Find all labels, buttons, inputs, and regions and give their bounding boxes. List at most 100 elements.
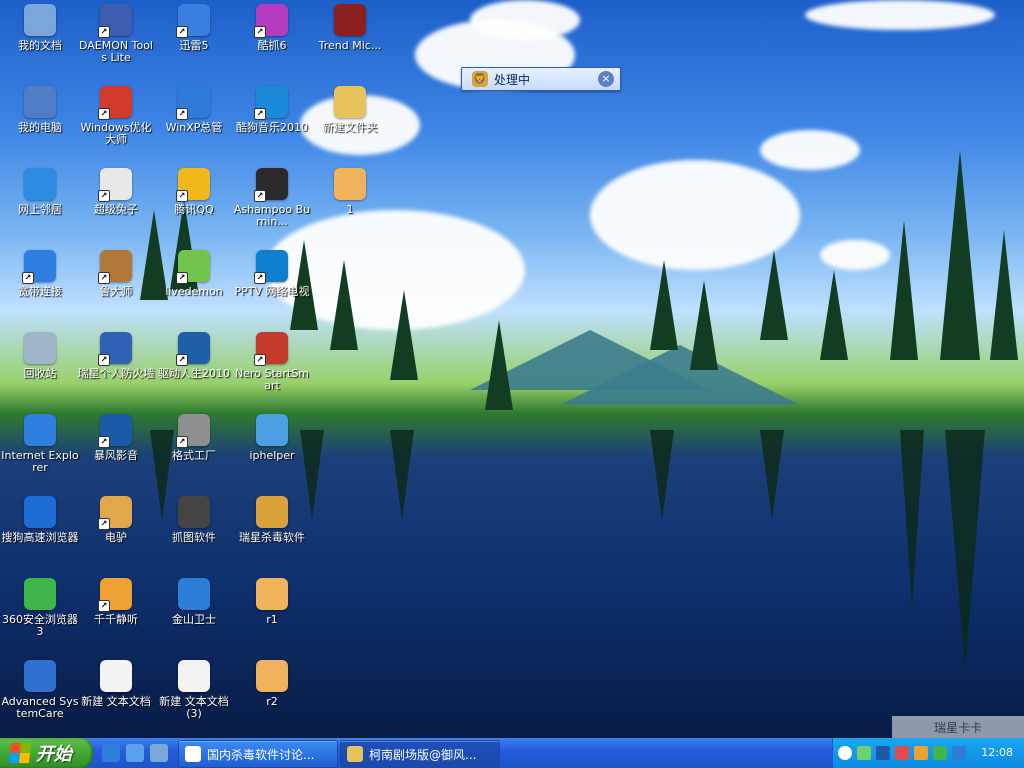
desktop-icon-r2[interactable]: r2 xyxy=(232,660,312,738)
taskbar-button-forum[interactable]: 国内杀毒软件讨论... xyxy=(178,740,338,768)
watermark: 瑞星卡卡 xyxy=(892,716,1024,738)
desktop-icon-label: 瑞星杀毒软件 xyxy=(239,531,305,544)
wallpaper-tree xyxy=(390,290,418,380)
desktop-icon-file-1[interactable]: 1 xyxy=(310,168,390,248)
wallpaper-tree xyxy=(990,230,1018,360)
desktop-icon-xunlei[interactable]: ↗ 迅雷5 xyxy=(154,4,234,84)
wallpaper-cloud xyxy=(805,0,995,30)
desktop-icon-recycle-bin[interactable]: 回收站 xyxy=(0,332,80,412)
ie-logo-icon xyxy=(24,414,56,446)
desktop-icon-my-computer[interactable]: 我的电脑 xyxy=(0,86,80,166)
show-desktop-icon[interactable] xyxy=(126,744,144,762)
browser-e-icon xyxy=(24,578,56,610)
desktop-icon-label: 新建 文本文档 xyxy=(81,695,151,708)
desktop-icon-advanced-systemcare[interactable]: Advanced SystemCare xyxy=(0,660,80,738)
desktop-icon-internet-explorer[interactable]: Internet Explorer xyxy=(0,414,80,494)
forum-icon xyxy=(185,746,201,762)
desktop-icon-360-browser[interactable]: 360安全浏览器 3 xyxy=(0,578,80,658)
desktop-icon-ludashi[interactable]: ↗ 鲁大师 xyxy=(76,250,156,330)
ie-quicklaunch-icon[interactable] xyxy=(102,744,120,762)
desktop-icon-driver-genius[interactable]: ↗ 驱动人生2010 xyxy=(154,332,234,412)
tv-play-icon: ↗ xyxy=(254,250,288,284)
network-icon[interactable] xyxy=(857,746,871,760)
system-tray: 12:08 xyxy=(832,738,1024,768)
desktop-icon-kugou-music[interactable]: ↗ 酷狗音乐2010 xyxy=(232,86,312,166)
rising-tray-icon[interactable] xyxy=(914,746,928,760)
desktop-icon-ttplayer[interactable]: ↗ 千千静听 xyxy=(76,578,156,658)
desktop-icon-ashampoo[interactable]: ↗ Ashampoo Burnin... xyxy=(232,168,312,248)
desktop-icon-winxp-manager[interactable]: ↗ WinXP总管 xyxy=(154,86,234,166)
wallpaper-tree xyxy=(330,260,358,350)
shortcut-arrow-icon: ↗ xyxy=(254,272,266,284)
popup-close-button[interactable]: × xyxy=(598,71,614,87)
desktop-icon-format-factory[interactable]: ↗ 格式工厂 xyxy=(154,414,234,494)
desktop-icon-daemon-tools[interactable]: ↗ DAEMON Tools Lite xyxy=(76,4,156,84)
shortcut-arrow-icon: ↗ xyxy=(98,26,110,38)
desktop-icon-screenshot-tool[interactable]: 抓图软件 xyxy=(154,496,234,576)
desktop-icon-label: 酷狗音乐2010 xyxy=(236,121,308,134)
master-face-icon: ↗ xyxy=(98,250,132,284)
network-globe-icon xyxy=(24,168,56,200)
desktop-icon-label: 我的电脑 xyxy=(18,121,62,134)
start-button[interactable]: 开始 xyxy=(0,738,93,768)
shield-tray-icon[interactable] xyxy=(933,746,947,760)
wallpaper-tree xyxy=(485,320,513,410)
desktop-icon-new-text-document[interactable]: 新建 文本文档 xyxy=(76,660,156,738)
shortcut-arrow-icon: ↗ xyxy=(98,354,110,366)
desktop-icon-label: Advanced SystemCare xyxy=(1,695,79,720)
desktop-icon-sogou-browser[interactable]: 搜狗高速浏览器 xyxy=(0,496,80,576)
shortcut-arrow-icon: ↗ xyxy=(98,272,110,284)
desktop-icon-kingsoft-guard[interactable]: 金山卫士 xyxy=(154,578,234,658)
wallpaper-tree xyxy=(890,220,918,360)
desktop-icon-label: Internet Explorer xyxy=(1,449,79,474)
desktop-icon-tencent-qq[interactable]: ↗ 腾讯QQ xyxy=(154,168,234,248)
penguin-icon: ↗ xyxy=(176,168,210,202)
shield-icon: 🦁 xyxy=(472,71,488,87)
desktop-icon-label: 新建文件夹 xyxy=(322,121,378,134)
firewall-icon: ↗ xyxy=(98,332,132,366)
shortcut-arrow-icon: ↗ xyxy=(176,436,188,448)
desktop-icon-nero[interactable]: ↗ Nero StartSmart xyxy=(232,332,312,412)
kugou-tray-icon[interactable] xyxy=(876,746,890,760)
desktop-icon-network-places[interactable]: 网上邻居 xyxy=(0,168,80,248)
guard-tray-icon[interactable] xyxy=(952,746,966,760)
desktop-icon-baofeng[interactable]: ↗ 暴风影音 xyxy=(76,414,156,494)
desktop-icon-windows-optimizer[interactable]: ↗ Windows优化大师 xyxy=(76,86,156,166)
desktop-icon-label: 千千静听 xyxy=(94,613,138,626)
desktop-icon-livedemon[interactable]: ↗ livedemon xyxy=(154,250,234,330)
shortcut-arrow-icon: ↗ xyxy=(176,272,188,284)
desktop-icon-label: 1 xyxy=(346,203,354,216)
rabbit-icon: ↗ xyxy=(98,168,132,202)
desktop-icon-r1[interactable]: r1 xyxy=(232,578,312,658)
desktop-icon-rising-firewall[interactable]: ↗ 瑞星个人防火墙 xyxy=(76,332,156,412)
desktop-icon-broadband[interactable]: ↗ 宽带连接 xyxy=(0,250,80,330)
wallpaper-reflection xyxy=(650,430,674,520)
taskbar-button-folder[interactable]: 柯南剧场版@御风... xyxy=(340,740,500,768)
media-quicklaunch-icon[interactable] xyxy=(150,744,168,762)
shortcut-arrow-icon: ↗ xyxy=(98,108,110,120)
archive-books-icon xyxy=(334,4,366,36)
tools-icon: ↗ xyxy=(176,86,210,120)
desktop-icon-new-text-document-3[interactable]: 新建 文本文档 (3) xyxy=(154,660,234,738)
taskbar-button-label: 柯南剧场版@御风... xyxy=(369,747,477,762)
weather-sun-icon: ↗ xyxy=(176,250,210,284)
desktop-icon-trend-micro[interactable]: Trend Mic... xyxy=(310,4,390,84)
desktop-icon-emule[interactable]: ↗ 电驴 xyxy=(76,496,156,576)
desktop-icon-pptv[interactable]: ↗ PPTV 网络电视 xyxy=(232,250,312,330)
desktop-icon-iphelper[interactable]: iphelper xyxy=(232,414,312,494)
folder-icon xyxy=(334,86,366,118)
qq-tray-icon[interactable] xyxy=(895,746,909,760)
processing-popup[interactable]: 🦁 处理中 × xyxy=(461,67,621,91)
desktop-icon-super-rabbit[interactable]: ↗ 超级兔子 xyxy=(76,168,156,248)
wallpaper-reflection xyxy=(945,430,985,670)
desktop-icon-label: 电驴 xyxy=(105,531,127,544)
wallpaper-cloud xyxy=(820,240,890,270)
desktop-icon-label: 搜狗高速浏览器 xyxy=(1,531,79,544)
desktop-icon-label: livedemon xyxy=(165,285,223,298)
desktop-icon-rising-antivirus[interactable]: 瑞星杀毒软件 xyxy=(232,496,312,576)
desktop-icon-my-documents[interactable]: 我的文档 xyxy=(0,4,80,84)
desktop-icon-kuzhua[interactable]: ↗ 酷抓6 xyxy=(232,4,312,84)
desktop-icon-new-folder[interactable]: 新建文件夹 xyxy=(310,86,390,166)
chevron-left-icon[interactable] xyxy=(838,746,852,760)
network-connection-icon: ↗ xyxy=(22,250,56,284)
